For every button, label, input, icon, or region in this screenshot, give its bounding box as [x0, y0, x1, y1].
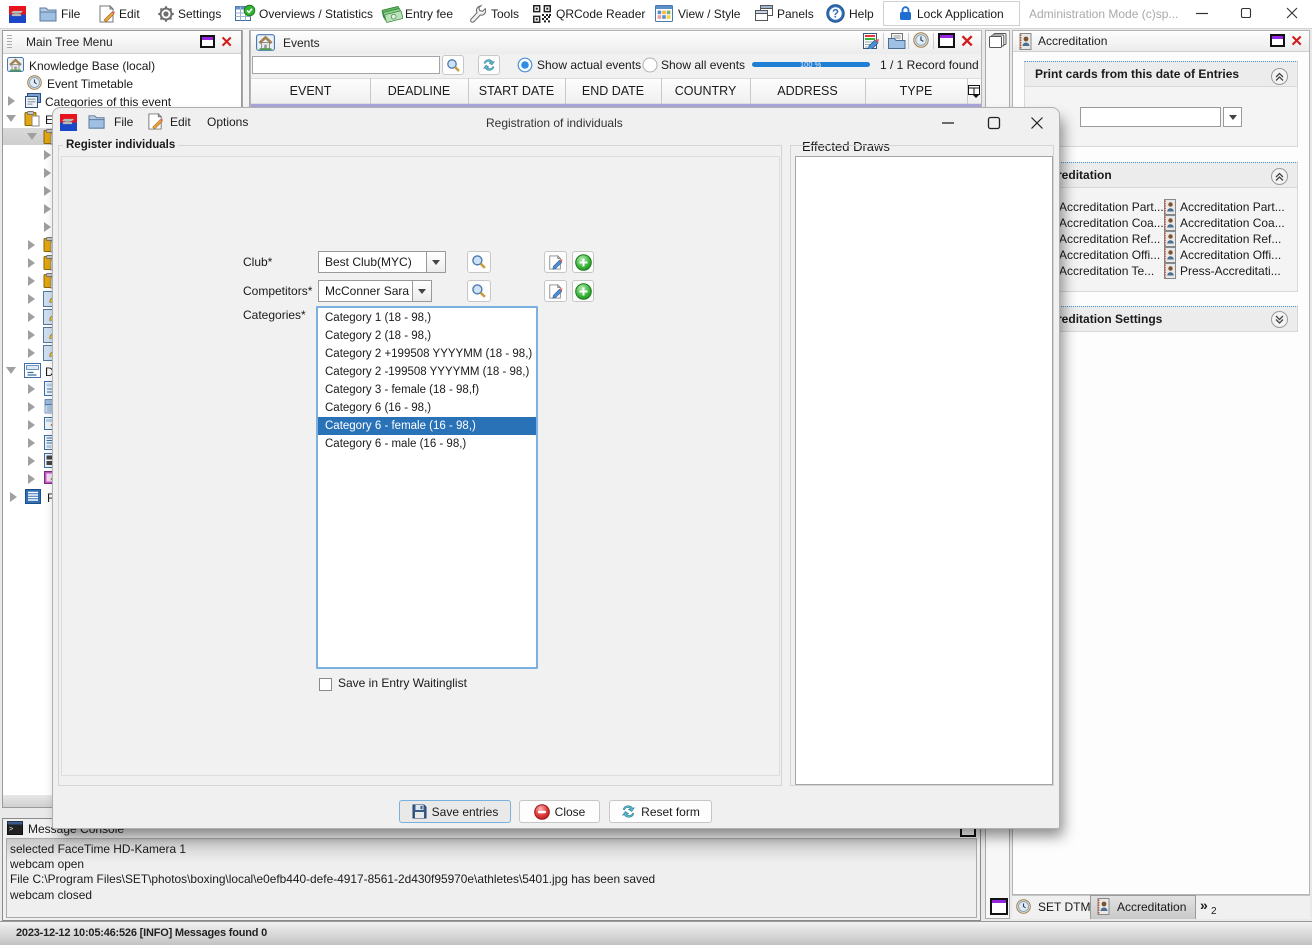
svg-text:>: >	[9, 826, 13, 834]
svg-text:?: ?	[832, 9, 839, 21]
